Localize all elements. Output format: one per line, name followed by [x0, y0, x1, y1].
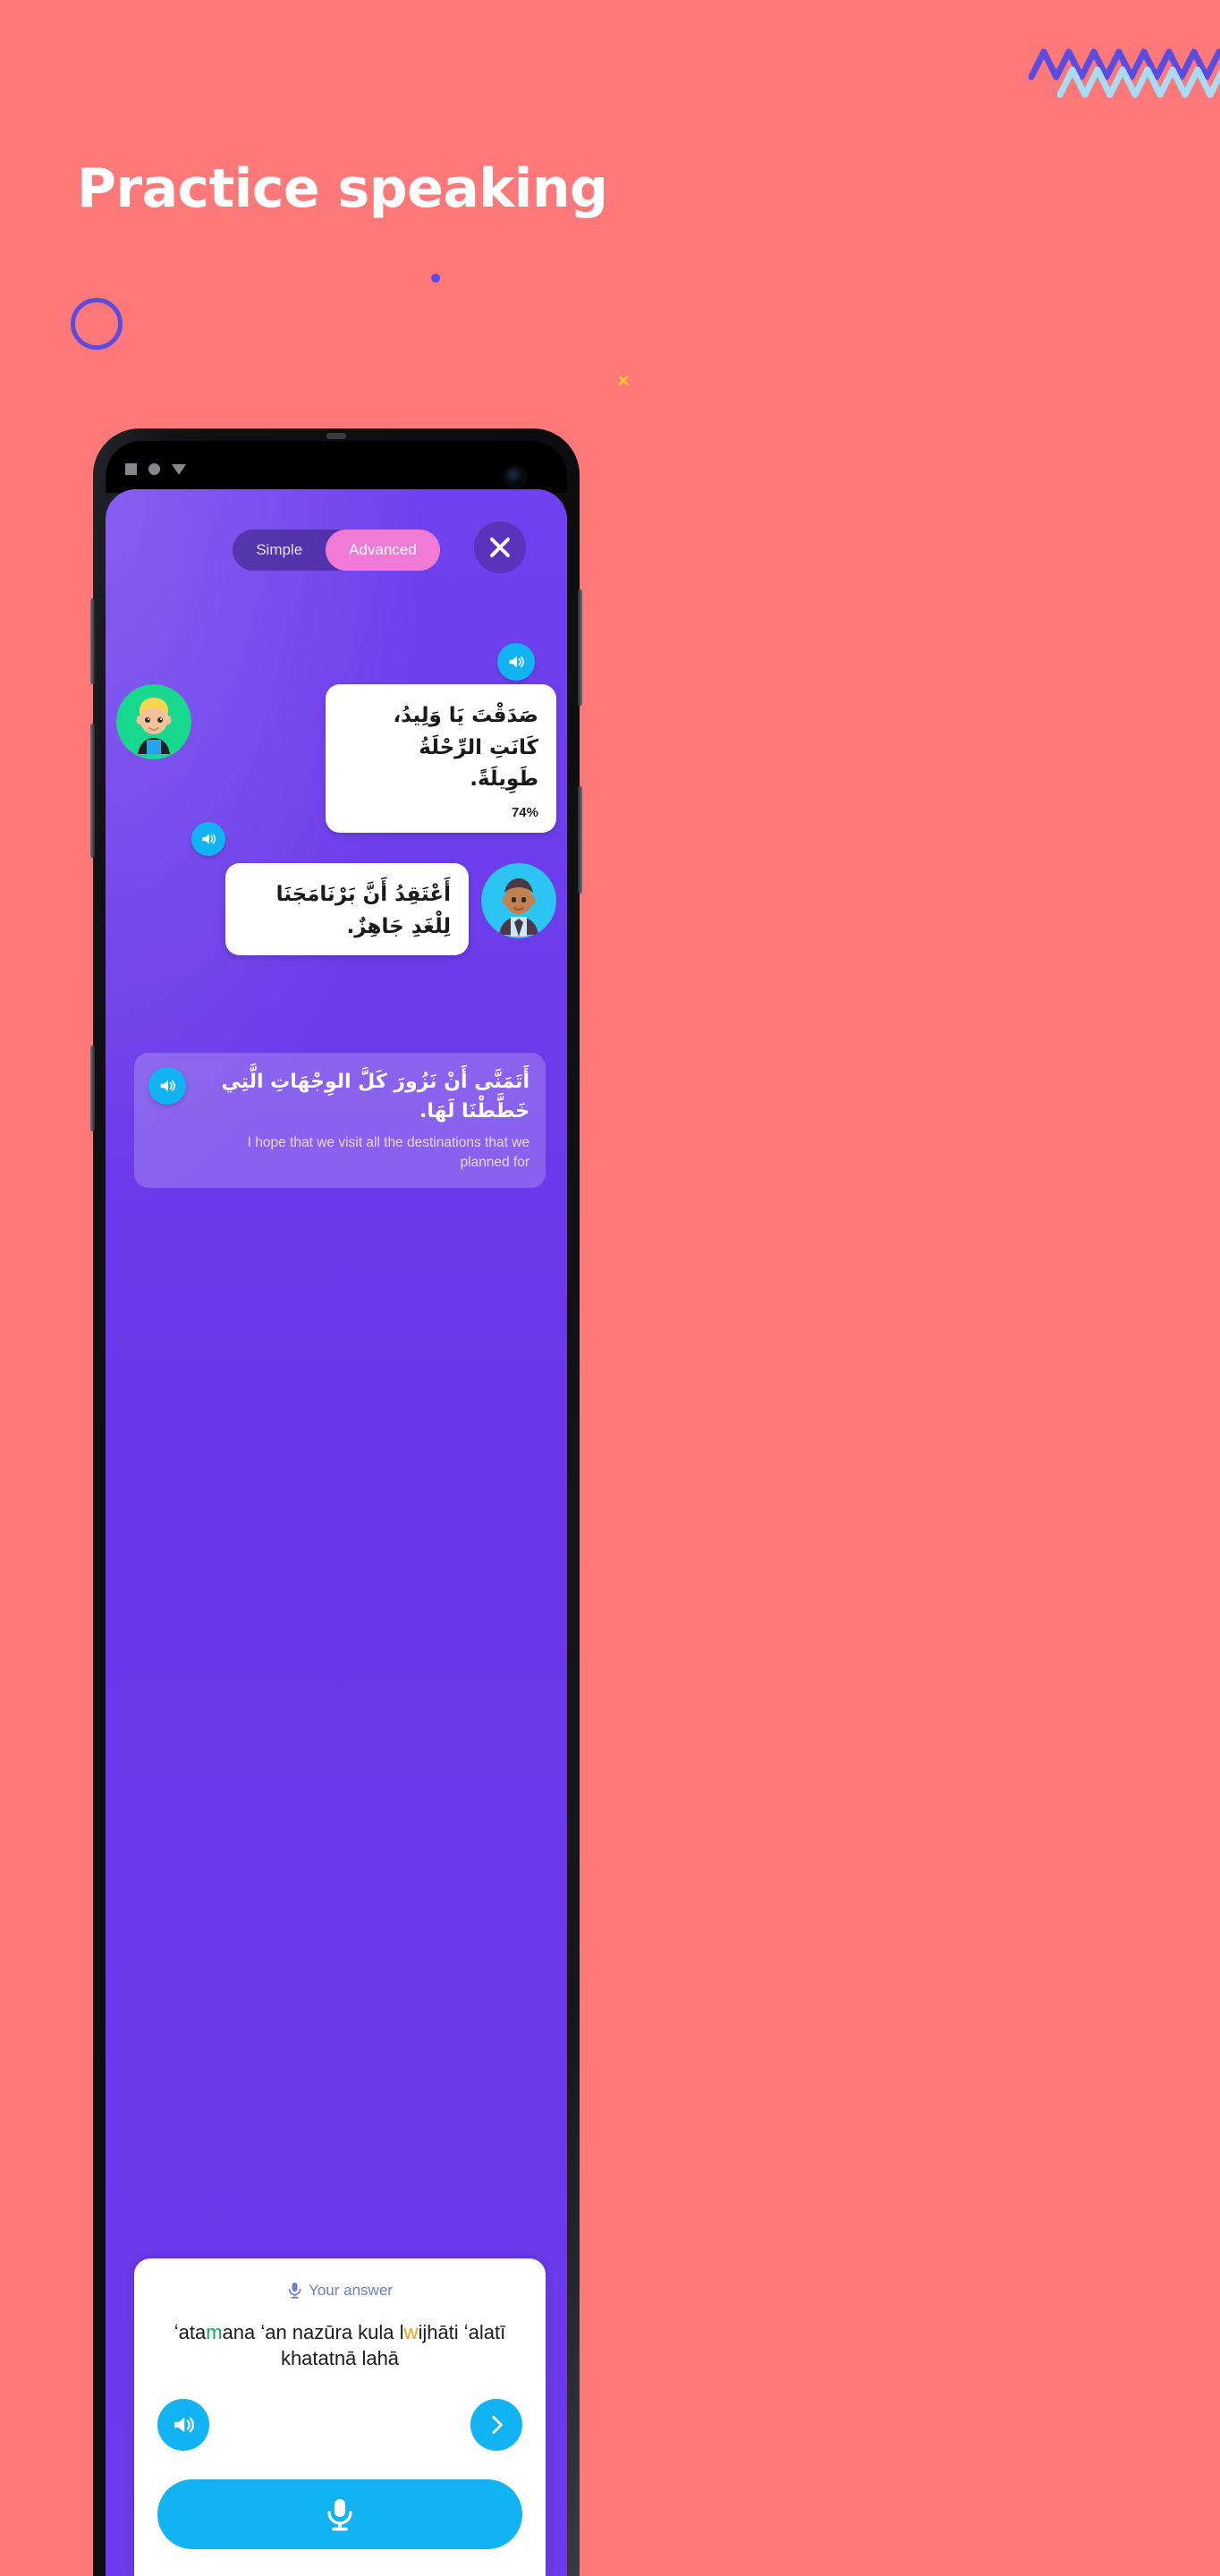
answer-actions	[157, 2399, 522, 2451]
avatar-child-image	[116, 684, 191, 759]
answer-label: Your answer	[309, 2281, 393, 2299]
message-arabic-1: صَدَقْتَ يَا وَلِيدُ، كَانَتِ الرِّحْلَة…	[393, 704, 538, 792]
avatar-man	[481, 863, 556, 938]
record-button[interactable]	[157, 2479, 522, 2549]
dot-decoration	[431, 274, 440, 283]
close-button[interactable]	[474, 521, 526, 573]
play-audio-button-message-1[interactable]	[497, 643, 535, 681]
answer-transliteration: ʻatamana ʻan nazūra kula lwijhāti ʻalatī…	[157, 2319, 522, 2372]
phone-button-left-bottom[interactable]	[90, 1046, 95, 1131]
message-score-1: 74%	[511, 804, 538, 820]
circle-outline-decoration	[71, 298, 123, 350]
prompt-arabic: أَتَمَنَّى أَنْ نَزُورَ كَلَّ الوِجْهَات…	[221, 1071, 530, 1123]
mode-segmented-control[interactable]: Simple Advanced	[233, 530, 440, 571]
phone-button-right-bottom[interactable]	[578, 786, 582, 894]
speaker-icon	[174, 2417, 194, 2433]
prompt-english: I hope that we visit all the destination…	[247, 1135, 530, 1171]
answer-highlight-green: m	[206, 2320, 223, 2343]
zigzag-blue-decoration	[1057, 66, 1220, 98]
message-arabic-2: أَعْتَقِدُ أَنَّ بَرْنَامَجَنَا لِلْغَدِ…	[275, 883, 451, 938]
play-audio-button-message-2[interactable]	[191, 822, 225, 856]
message-bubble-1: صَدَقْتَ يَا وَلِيدُ، كَانَتِ الرِّحْلَة…	[326, 684, 556, 833]
answer-transliteration-line-2: khatatnā lahā	[280, 2347, 400, 2370]
earpiece-speaker	[326, 433, 346, 439]
message-bubble-2: أَعْتَقِدُ أَنَّ بَرْنَامَجَنَا لِلْغَدِ…	[225, 863, 469, 956]
chevron-right-icon	[492, 2415, 503, 2435]
cross-decoration: ×	[617, 369, 630, 392]
play-audio-button-prompt[interactable]	[148, 1067, 186, 1105]
front-camera	[506, 468, 524, 486]
next-button[interactable]	[470, 2399, 522, 2451]
phone-button-right-top[interactable]	[578, 589, 582, 706]
answer-part-2: ana ʻan nazūra kula l	[222, 2320, 404, 2343]
phone-notch	[106, 441, 567, 493]
tab-simple[interactable]: Simple	[233, 530, 326, 571]
prompt-card: أَتَمَنَّى أَنْ نَزُورَ كَلَّ الوِجْهَات…	[134, 1053, 546, 1188]
microphone-icon	[288, 2283, 301, 2299]
phone-button-left-top[interactable]	[90, 598, 95, 684]
microphone-icon	[327, 2499, 352, 2531]
message-row-1: صَدَقْتَ يَا وَلِيدُ، كَانَتِ الرِّحْلَة…	[116, 684, 556, 833]
answer-header: Your answer	[157, 2282, 522, 2300]
message-row-2: أَعْتَقِدُ أَنَّ بَرْنَامَجَنَا لِلْغَدِ…	[116, 863, 556, 956]
status-square-icon	[125, 463, 137, 475]
speaker-icon	[509, 656, 524, 668]
answer-highlight-orange: w	[403, 2320, 419, 2343]
answer-part-3: ijhāti ʻalatī	[418, 2320, 506, 2343]
app-root: Simple Advanced صَدَقْتَ يَا وَلِيدُ، كَ…	[106, 489, 567, 2576]
phone-mockup: Simple Advanced صَدَقْتَ يَا وَلِيدُ، كَ…	[90, 428, 582, 2576]
speaker-icon	[202, 834, 216, 844]
phone-button-left-mid[interactable]	[90, 724, 95, 858]
speaker-icon	[160, 1080, 175, 1092]
page-title: Practice speaking	[77, 157, 608, 220]
status-triangle-down-icon	[172, 463, 186, 475]
status-bar-icons	[125, 463, 186, 475]
answer-card: Your answer ʻatamana ʻan nazūra kula lwi…	[134, 2258, 546, 2576]
phone-screen: Simple Advanced صَدَقْتَ يَا وَلِيدُ، كَ…	[106, 489, 567, 2576]
play-answer-button[interactable]	[157, 2399, 209, 2451]
status-circle-icon	[148, 463, 160, 475]
avatar-man-image	[481, 863, 556, 938]
answer-part-1: ʻata	[174, 2320, 207, 2343]
avatar-child	[116, 684, 191, 759]
close-icon	[490, 538, 510, 557]
tab-advanced[interactable]: Advanced	[326, 530, 440, 571]
